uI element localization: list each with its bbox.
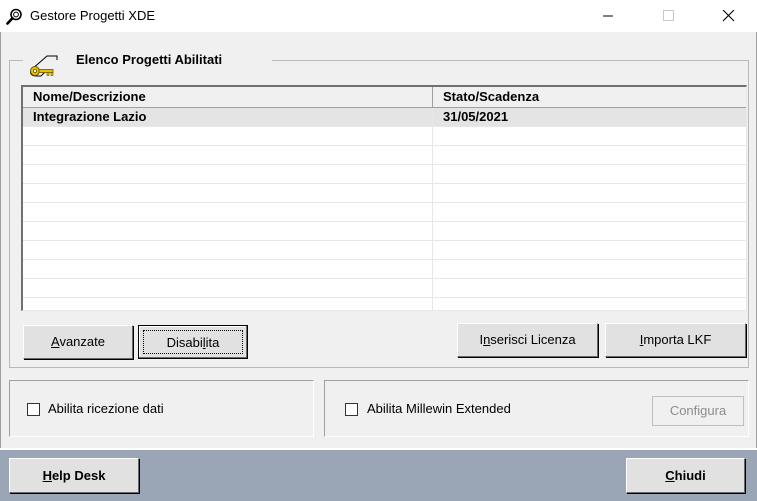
list-row (23, 298, 746, 310)
millewin-extended-checkbox[interactable] (345, 403, 358, 416)
avanzate-button[interactable]: Avanzate (23, 325, 133, 359)
help-desk-button[interactable]: Help Desk (9, 458, 139, 493)
minimize-icon (603, 15, 613, 17)
focus-rectangle: Disabilita (143, 330, 243, 354)
group-title: Elenco Progetti Abilitati (76, 52, 223, 67)
key-icon (27, 50, 61, 80)
column-header-name[interactable]: Nome/Descrizione (23, 87, 433, 107)
row-name: Integrazione Lazio (23, 108, 433, 126)
inserisci-licenza-button[interactable]: Inserisci Licenza (457, 323, 598, 357)
divider (0, 448, 757, 450)
list-row (23, 165, 746, 184)
list-row (23, 222, 746, 241)
column-header-status[interactable]: Stato/Scadenza (433, 87, 746, 107)
projects-list[interactable]: Nome/Descrizione Stato/Scadenza Integraz… (21, 85, 747, 311)
millewin-extended-label[interactable]: Abilita Millewin Extended (367, 401, 511, 416)
maximize-button[interactable] (646, 0, 692, 32)
list-row (23, 184, 746, 203)
list-row (23, 260, 746, 279)
title-bar[interactable]: Gestore Progetti XDE (0, 0, 757, 32)
window-title: Gestore Progetti XDE (30, 8, 155, 23)
configura-button[interactable]: Configura (652, 396, 744, 426)
list-header: Nome/Descrizione Stato/Scadenza (23, 87, 746, 108)
ricezione-dati-label[interactable]: Abilita ricezione dati (48, 401, 164, 416)
list-rows: Integrazione Lazio 31/05/2021 (23, 108, 746, 310)
row-status: 31/05/2021 (443, 109, 509, 124)
groupbox-border (9, 60, 23, 61)
close-button[interactable] (706, 0, 752, 32)
list-row[interactable]: Integrazione Lazio 31/05/2021 (23, 108, 746, 127)
list-row (23, 241, 746, 260)
disabilita-button[interactable]: Disabilita (138, 325, 248, 359)
list-row (23, 127, 746, 146)
chiudi-button[interactable]: Chiudi (626, 458, 745, 493)
magnifier-icon[interactable] (6, 8, 23, 25)
list-row (23, 279, 746, 298)
groupbox-border (272, 60, 749, 61)
importa-lkf-button[interactable]: Importa LKF (605, 323, 746, 357)
close-icon (722, 10, 735, 22)
list-row (23, 146, 746, 165)
minimize-button[interactable] (586, 0, 632, 32)
maximize-icon (663, 10, 674, 21)
list-row (23, 203, 746, 222)
ricezione-dati-checkbox[interactable] (27, 403, 40, 416)
